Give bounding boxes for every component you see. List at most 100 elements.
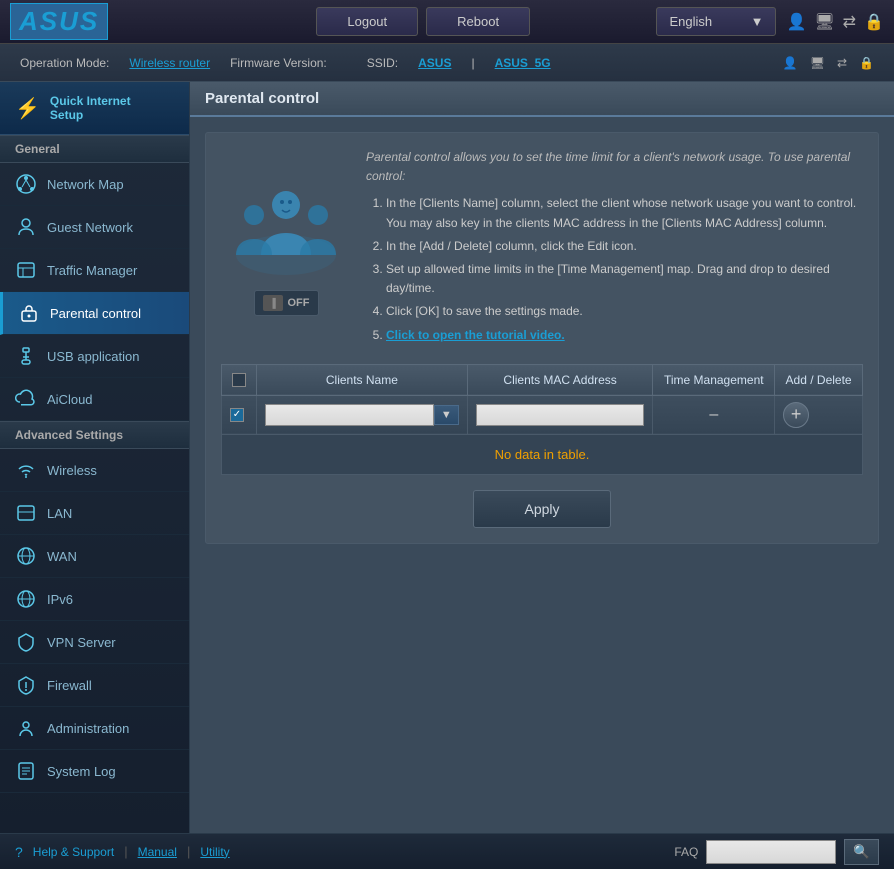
sidebar-item-parental-control[interactable]: Parental control [0,292,189,335]
firmware-label: Firmware Version: [230,56,327,70]
client-name-input[interactable] [265,404,434,426]
ssid-separator: | [471,56,474,70]
sidebar-item-aicloud[interactable]: AiCloud [0,378,189,421]
row-checkbox-cell: ✓ [222,395,257,434]
step-5: Click to open the tutorial video. [386,326,863,345]
parental-toggle[interactable]: ▐ OFF [254,290,319,316]
table-header-row: Clients Name Clients MAC Address Time Ma… [222,364,863,395]
toggle-knob: ▐ [263,295,283,311]
firewall-label: Firewall [47,678,92,693]
aicloud-label: AiCloud [47,392,93,407]
reboot-button[interactable]: Reboot [426,7,530,36]
table-container: Clients Name Clients MAC Address Time Ma… [221,364,863,475]
asus-logo: ASUS [10,3,108,40]
step-2: In the [Add / Delete] column, click the … [386,237,863,256]
status-person-icon: 👤 [783,56,798,70]
lan-label: LAN [47,506,72,521]
page-title: Parental control [190,82,894,117]
wan-label: WAN [47,549,77,564]
no-data-cell: No data in table. [222,434,863,474]
network-map-label: Network Map [47,177,124,192]
wan-icon [15,545,37,567]
sidebar-item-lan[interactable]: LAN [0,492,189,535]
mac-address-cell [467,395,653,434]
sidebar-item-firewall[interactable]: Firewall [0,664,189,707]
status-bar: Operation Mode: Wireless router Firmware… [0,44,894,82]
logo-area: ASUS [10,3,190,40]
separator2: | [187,844,190,859]
sidebar-item-vpn-server[interactable]: VPN Server [0,621,189,664]
mac-address-input[interactable] [476,404,645,426]
main-layout: ⚡ Quick Internet Setup General Network M… [0,82,894,833]
general-section-header: General [0,135,189,163]
ssid-value2: ASUS_5G [495,56,551,70]
faq-search-input[interactable] [706,840,836,864]
utility-link[interactable]: Utility [200,845,229,859]
step-4: Click [OK] to save the settings made. [386,302,863,321]
sidebar-item-wan[interactable]: WAN [0,535,189,578]
administration-label: Administration [47,721,129,736]
help-icon: ? [15,844,23,860]
header-clients-name: Clients Name [257,364,468,395]
sidebar-item-network-map[interactable]: Network Map [0,163,189,206]
parental-control-icon [18,302,40,324]
description-area: ▐ OFF Parental control allows you to set… [221,148,863,349]
top-bar: ASUS Logout Reboot English ▼ 👤 🖥 ⇄ 🔒 [0,0,894,44]
traffic-manager-icon [15,259,37,281]
chevron-down-icon: ▼ [751,14,764,29]
advanced-settings-header: Advanced Settings [0,421,189,449]
sidebar-item-usb-application[interactable]: USB application [0,335,189,378]
sidebar-item-administration[interactable]: Administration [0,707,189,750]
sidebar-item-system-log[interactable]: System Log [0,750,189,793]
firewall-icon [15,674,37,696]
lan-icon [15,502,37,524]
administration-icon [15,717,37,739]
language-selector[interactable]: English ▼ [656,7,776,36]
time-management-cell: – [653,395,775,434]
quick-internet-setup[interactable]: ⚡ Quick Internet Setup [0,82,189,135]
sidebar-item-traffic-manager[interactable]: Traffic Manager [0,249,189,292]
usb-application-label: USB application [47,349,140,364]
sidebar-item-guest-network[interactable]: Guest Network [0,206,189,249]
top-icons: 👤 🖥 ⇄ 🔒 [786,12,884,32]
step-1: In the [Clients Name] column, select the… [386,194,863,232]
select-all-checkbox[interactable] [232,373,246,387]
header-time-management: Time Management [653,364,775,395]
usb-application-icon [15,345,37,367]
add-button[interactable]: + [783,402,809,428]
vpn-server-label: VPN Server [47,635,116,650]
usb-icon: ⇄ [843,12,856,32]
client-dropdown-button[interactable]: ▼ [434,405,459,425]
toggle-state: OFF [288,297,310,309]
intro-text: Parental control allows you to set the t… [366,148,863,186]
logout-button[interactable]: Logout [316,7,418,36]
ssid-value1: ASUS [418,56,451,70]
sidebar-item-ipv6[interactable]: IPv6 [0,578,189,621]
manual-link[interactable]: Manual [138,845,177,859]
header-add-delete: Add / Delete [775,364,863,395]
content-area: Parental control [190,82,894,833]
add-delete-cell: + [775,395,863,434]
client-name-cell: ▼ [257,395,468,434]
router-icon: 🖥 [814,12,834,32]
apply-area: Apply [221,490,863,528]
row-checkbox[interactable]: ✓ [230,408,244,422]
wireless-label: Wireless [47,463,97,478]
sidebar: ⚡ Quick Internet Setup General Network M… [0,82,190,833]
faq-search-button[interactable]: 🔍 [844,839,879,865]
lock-icon: 🔒 [864,12,884,32]
steps-list: In the [Clients Name] column, select the… [366,194,863,344]
help-support-text[interactable]: Help & Support [33,845,114,859]
table-row: ✓ ▼ – [222,395,863,434]
person-icon: 👤 [786,12,806,32]
content-inner: ▐ OFF Parental control allows you to set… [205,132,879,544]
tutorial-video-link[interactable]: Click to open the tutorial video. [386,328,565,342]
sidebar-item-wireless[interactable]: Wireless [0,449,189,492]
client-name-input-wrapper: ▼ [265,404,459,426]
parental-illustration [226,180,346,280]
parental-control-label: Parental control [50,306,141,321]
ipv6-label: IPv6 [47,592,73,607]
operation-mode-value[interactable]: Wireless router [129,56,210,70]
vpn-server-icon [15,631,37,653]
apply-button[interactable]: Apply [473,490,610,528]
